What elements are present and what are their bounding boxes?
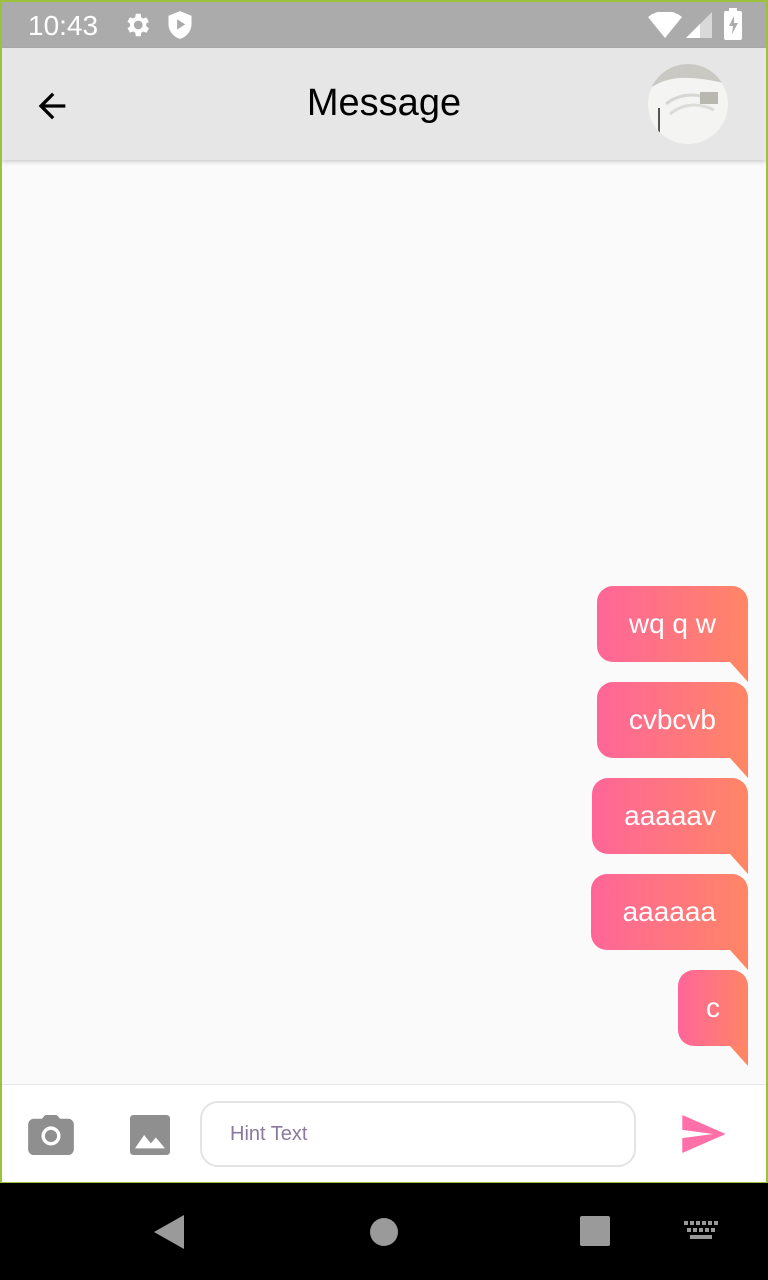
message-bubble: c (678, 970, 748, 1046)
wifi-icon (648, 10, 682, 43)
bubble-tail (730, 758, 748, 778)
shield-play-icon (166, 10, 194, 45)
send-icon (682, 1115, 726, 1153)
nav-recents-button[interactable] (580, 1216, 610, 1251)
app-bar: Message (2, 48, 766, 160)
camera-icon (28, 1115, 74, 1155)
nav-home-button[interactable] (369, 1217, 399, 1252)
circle-home-icon (370, 1218, 398, 1246)
message-item[interactable]: cvbcvb (596, 682, 748, 778)
message-bubble: cvbcvb (596, 682, 748, 758)
send-button[interactable] (682, 1115, 726, 1158)
system-nav-bar (0, 1183, 768, 1280)
bubble-tail (730, 1046, 748, 1066)
bubble-tail (730, 854, 748, 874)
app-window: 10:43 Message wq q w cvbcvb aaaaav aaaaa… (0, 0, 768, 1185)
message-input[interactable] (200, 1101, 636, 1167)
message-bubble: aaaaav (592, 778, 748, 854)
avatar[interactable] (648, 64, 728, 144)
battery-charging-icon (724, 8, 742, 45)
nav-keyboard-button[interactable] (684, 1221, 718, 1246)
message-item[interactable]: aaaaaa (590, 874, 748, 970)
signal-icon (686, 12, 712, 43)
gear-icon (122, 10, 152, 45)
status-time: 10:43 (28, 10, 99, 41)
message-composer (2, 1084, 766, 1182)
message-item[interactable]: c (678, 970, 748, 1066)
message-bubble: wq q w (596, 586, 748, 662)
square-recents-icon (580, 1216, 610, 1246)
gallery-button[interactable] (130, 1115, 170, 1160)
keyboard-icon (684, 1221, 718, 1239)
message-list[interactable]: wq q w cvbcvb aaaaav aaaaaa c (2, 160, 766, 1084)
message-bubble: aaaaaa (590, 874, 748, 950)
message-item[interactable]: aaaaav (592, 778, 748, 874)
bubble-tail (730, 662, 748, 682)
triangle-back-icon (154, 1215, 184, 1249)
image-icon (130, 1115, 170, 1155)
camera-button[interactable] (28, 1115, 74, 1160)
bubble-tail (730, 950, 748, 970)
message-item[interactable]: wq q w (596, 586, 748, 682)
status-bar: 10:43 (2, 2, 766, 48)
nav-back-button[interactable] (154, 1215, 186, 1254)
